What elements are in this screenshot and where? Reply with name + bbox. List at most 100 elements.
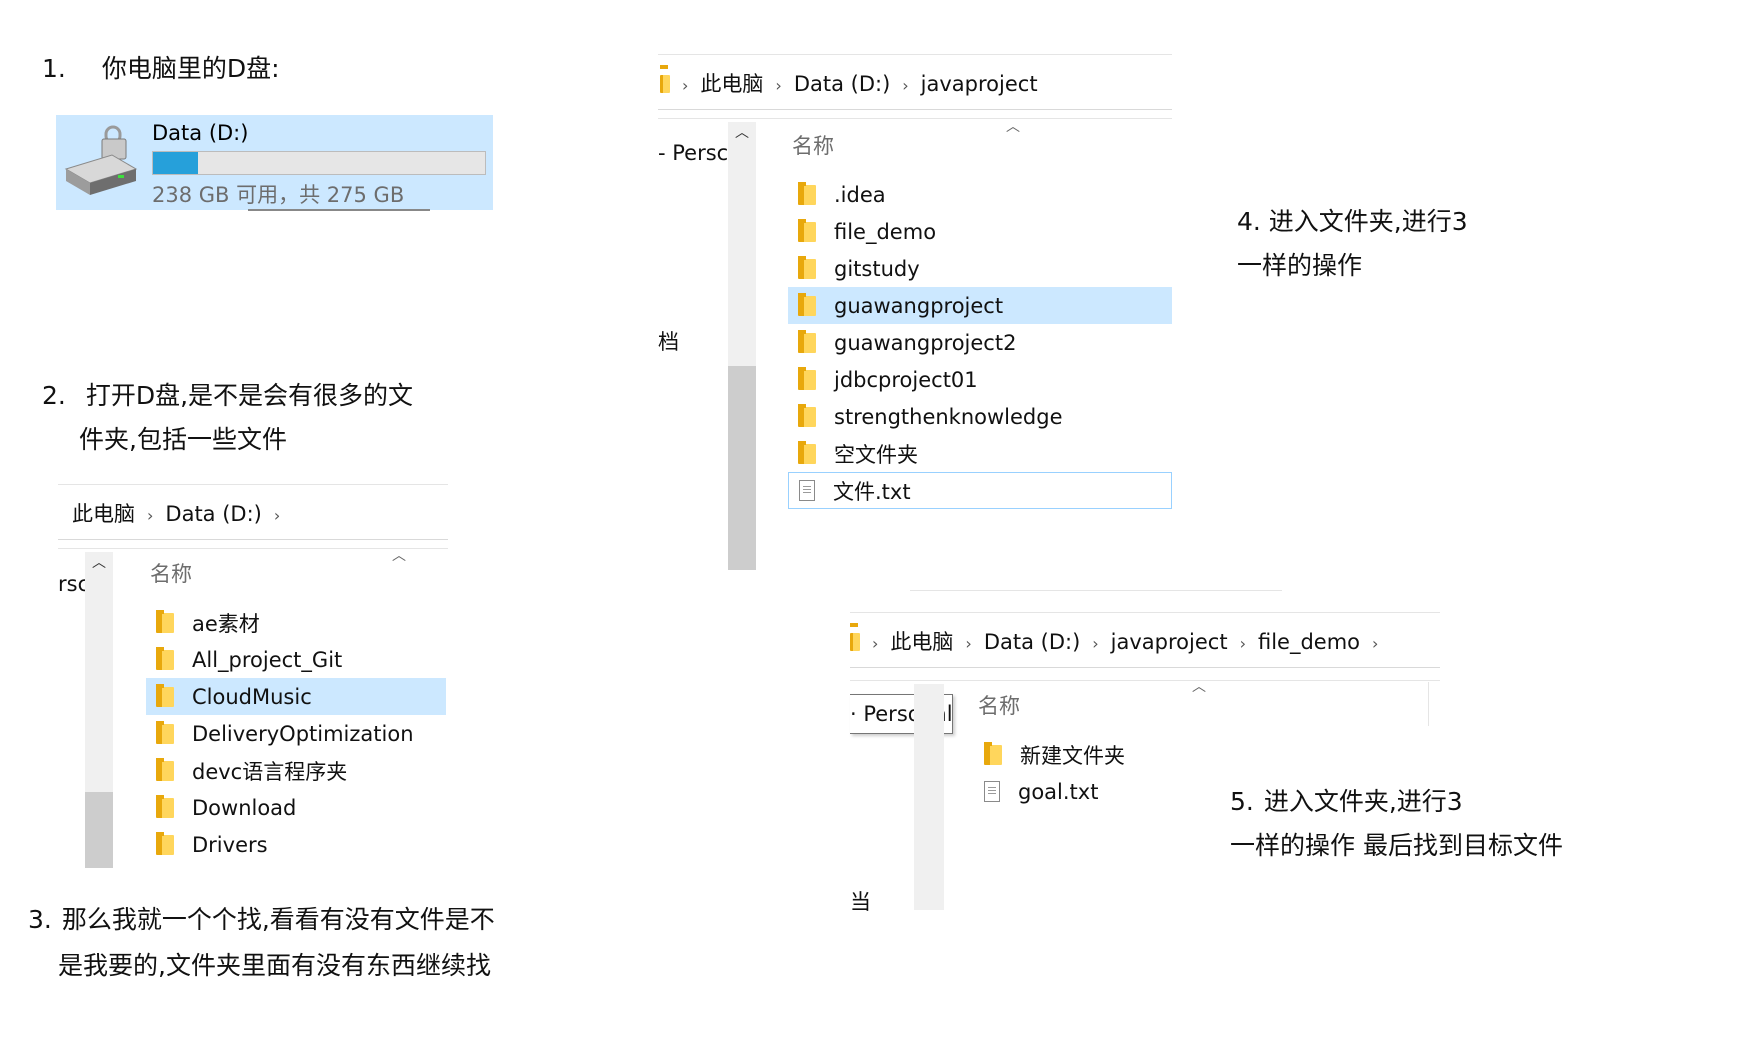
- breadcrumb-this-pc[interactable]: 此电脑: [72, 502, 135, 526]
- sort-ascending-icon: ︿: [1192, 679, 1206, 695]
- folder-item[interactable]: .idea: [788, 176, 1172, 213]
- folder-item[interactable]: Drivers: [146, 826, 446, 863]
- divider: [248, 209, 430, 211]
- folder-item[interactable]: 新建文件夹: [974, 736, 1234, 773]
- folder-item[interactable]: CloudMusic: [146, 678, 446, 715]
- nav-pane-fragment[interactable]: 档: [658, 326, 679, 356]
- item-name: All_project_Git: [192, 647, 343, 672]
- folder-item[interactable]: guawangproject: [788, 287, 1172, 324]
- step5-number: 5.: [1230, 787, 1254, 816]
- column-header-name[interactable]: 名称: [150, 558, 192, 588]
- folder-item[interactable]: devc语言程序夹: [146, 752, 446, 789]
- explorer2-file-list: .idea file_demo gitstudy guawangproject guaw…: [788, 176, 1172, 509]
- chevron-up-icon[interactable]: ︿: [728, 122, 756, 142]
- column-header-name[interactable]: 名称: [792, 130, 834, 160]
- drive-usage-bar: [152, 151, 486, 175]
- nav-pane-fragment[interactable]: 当: [850, 886, 871, 916]
- nav-scrollbar[interactable]: ︿: [728, 122, 756, 570]
- sort-ascending-icon: ︿: [392, 548, 406, 564]
- folder-item[interactable]: 空文件夹: [788, 435, 1172, 472]
- item-name: DeliveryOptimization: [192, 721, 414, 746]
- sort-ascending-icon: ︿: [1006, 119, 1020, 135]
- breadcrumb-this-pc[interactable]: 此电脑: [700, 72, 763, 96]
- folder-icon: [798, 403, 816, 427]
- item-name: 文件.txt: [833, 479, 911, 504]
- item-name: goal.txt: [1018, 779, 1099, 804]
- column-header-name[interactable]: 名称: [978, 690, 1020, 720]
- nav-pane-fragment[interactable]: - Persc: [658, 141, 728, 165]
- item-name: 空文件夹: [834, 442, 918, 467]
- breadcrumb-javaproject[interactable]: javaproject: [1111, 630, 1228, 654]
- folder-icon: [798, 218, 816, 242]
- breadcrumb-drive[interactable]: Data (D:): [794, 72, 890, 96]
- item-name: devc语言程序夹: [192, 759, 348, 784]
- folder-item[interactable]: All_project_Git: [146, 641, 446, 678]
- nav-scrollbar[interactable]: ︿: [85, 552, 113, 868]
- step3-line1: 那么我就一个个找,看看有没有文件是不: [61, 905, 495, 934]
- scrollbar-thumb[interactable]: [85, 792, 113, 868]
- folder-item[interactable]: gitstudy: [788, 250, 1172, 287]
- folder-item[interactable]: Download: [146, 789, 446, 826]
- folder-item[interactable]: strengthenknowledge: [788, 398, 1172, 435]
- folder-icon: [798, 329, 816, 353]
- step4-line1: 4. 进入文件夹,进行3: [1237, 207, 1468, 236]
- folder-item[interactable]: DeliveryOptimization: [146, 715, 446, 752]
- explorer3-breadcrumb-path: › 此电脑 › Data (D:) › javaproject › file_demo ›: [850, 626, 1390, 656]
- folder-item[interactable]: guawangproject2: [788, 324, 1172, 361]
- folder-icon: [798, 255, 816, 279]
- scrollbar-thumb[interactable]: [728, 366, 756, 570]
- file-item[interactable]: 文件.txt: [788, 472, 1172, 509]
- step3-line2: 是我要的,文件夹里面有没有东西继续找: [58, 951, 491, 980]
- drive-tile-d[interactable]: Data (D:) 238 GB 可用，共 275 GB: [56, 115, 493, 210]
- chevron-right-icon: ›: [1239, 634, 1246, 653]
- chevron-right-icon: ›: [273, 506, 281, 525]
- item-name: file_demo: [834, 219, 937, 244]
- hard-drive-lock-icon: [64, 125, 138, 195]
- divider: [1428, 682, 1429, 726]
- folder-item[interactable]: ae素材: [146, 604, 446, 641]
- chevron-right-icon: ›: [775, 76, 782, 95]
- breadcrumb-drive[interactable]: Data (D:): [984, 630, 1080, 654]
- explorer2-breadcrumb-path: › 此电脑 › Data (D:) › javaproject: [660, 68, 1038, 98]
- folder-item[interactable]: file_demo: [788, 213, 1172, 250]
- folder-icon: [156, 609, 174, 633]
- explorer3-breadcrumb[interactable]: › 此电脑 › Data (D:) › javaproject › file_demo ›: [850, 612, 1440, 668]
- chevron-right-icon: ›: [1372, 634, 1379, 653]
- step2-label: 2. 打开D盘,是不是会有很多的文: [42, 374, 413, 418]
- item-name: Download: [192, 795, 297, 820]
- item-name: gitstudy: [834, 256, 920, 281]
- chevron-up-icon[interactable]: ︿: [85, 552, 113, 572]
- item-name: strengthenknowledge: [834, 404, 1063, 429]
- divider: [850, 680, 1440, 681]
- chevron-right-icon: ›: [965, 634, 972, 653]
- step3-label: 3. 那么我就一个个找,看看有没有文件是不: [28, 898, 495, 942]
- item-name: guawangproject2: [834, 330, 1017, 355]
- text-file-icon: [799, 480, 815, 501]
- step2-number: 2.: [42, 381, 66, 410]
- breadcrumb-this-pc[interactable]: 此电脑: [890, 630, 953, 654]
- folder-icon: [984, 741, 1002, 765]
- explorer1-breadcrumb[interactable]: 此电脑 › Data (D:) ›: [58, 484, 448, 540]
- item-name: jdbcproject01: [834, 367, 978, 392]
- file-item[interactable]: goal.txt: [974, 773, 1234, 810]
- breadcrumb-drive[interactable]: Data (D:): [165, 502, 261, 526]
- step1-label: 1. 你电脑里的D盘:: [42, 47, 280, 91]
- folder-icon: [156, 683, 174, 707]
- drive-usage-fill: [153, 152, 198, 174]
- folder-item[interactable]: jdbcproject01: [788, 361, 1172, 398]
- explorer1-file-list: ae素材 All_project_Git CloudMusic DeliveryOpt…: [146, 604, 446, 863]
- folder-icon: [798, 292, 816, 316]
- item-name: guawangproject: [834, 293, 1004, 318]
- explorer2-breadcrumb[interactable]: › 此电脑 › Data (D:) › javaproject: [658, 54, 1172, 110]
- breadcrumb-file-demo[interactable]: file_demo: [1258, 630, 1360, 654]
- step1-text: 你电脑里的D盘:: [101, 54, 280, 83]
- folder-icon: [850, 633, 860, 651]
- folder-icon: [660, 75, 670, 93]
- breadcrumb-javaproject[interactable]: javaproject: [921, 72, 1038, 96]
- item-name: Drivers: [192, 832, 268, 857]
- nav-scrollbar[interactable]: [914, 684, 944, 910]
- folder-icon: [798, 440, 816, 464]
- chevron-right-icon: ›: [872, 634, 879, 653]
- step5-line2: 一样的操作 最后找到目标文件: [1230, 831, 1563, 860]
- step1-number: 1.: [42, 54, 66, 83]
